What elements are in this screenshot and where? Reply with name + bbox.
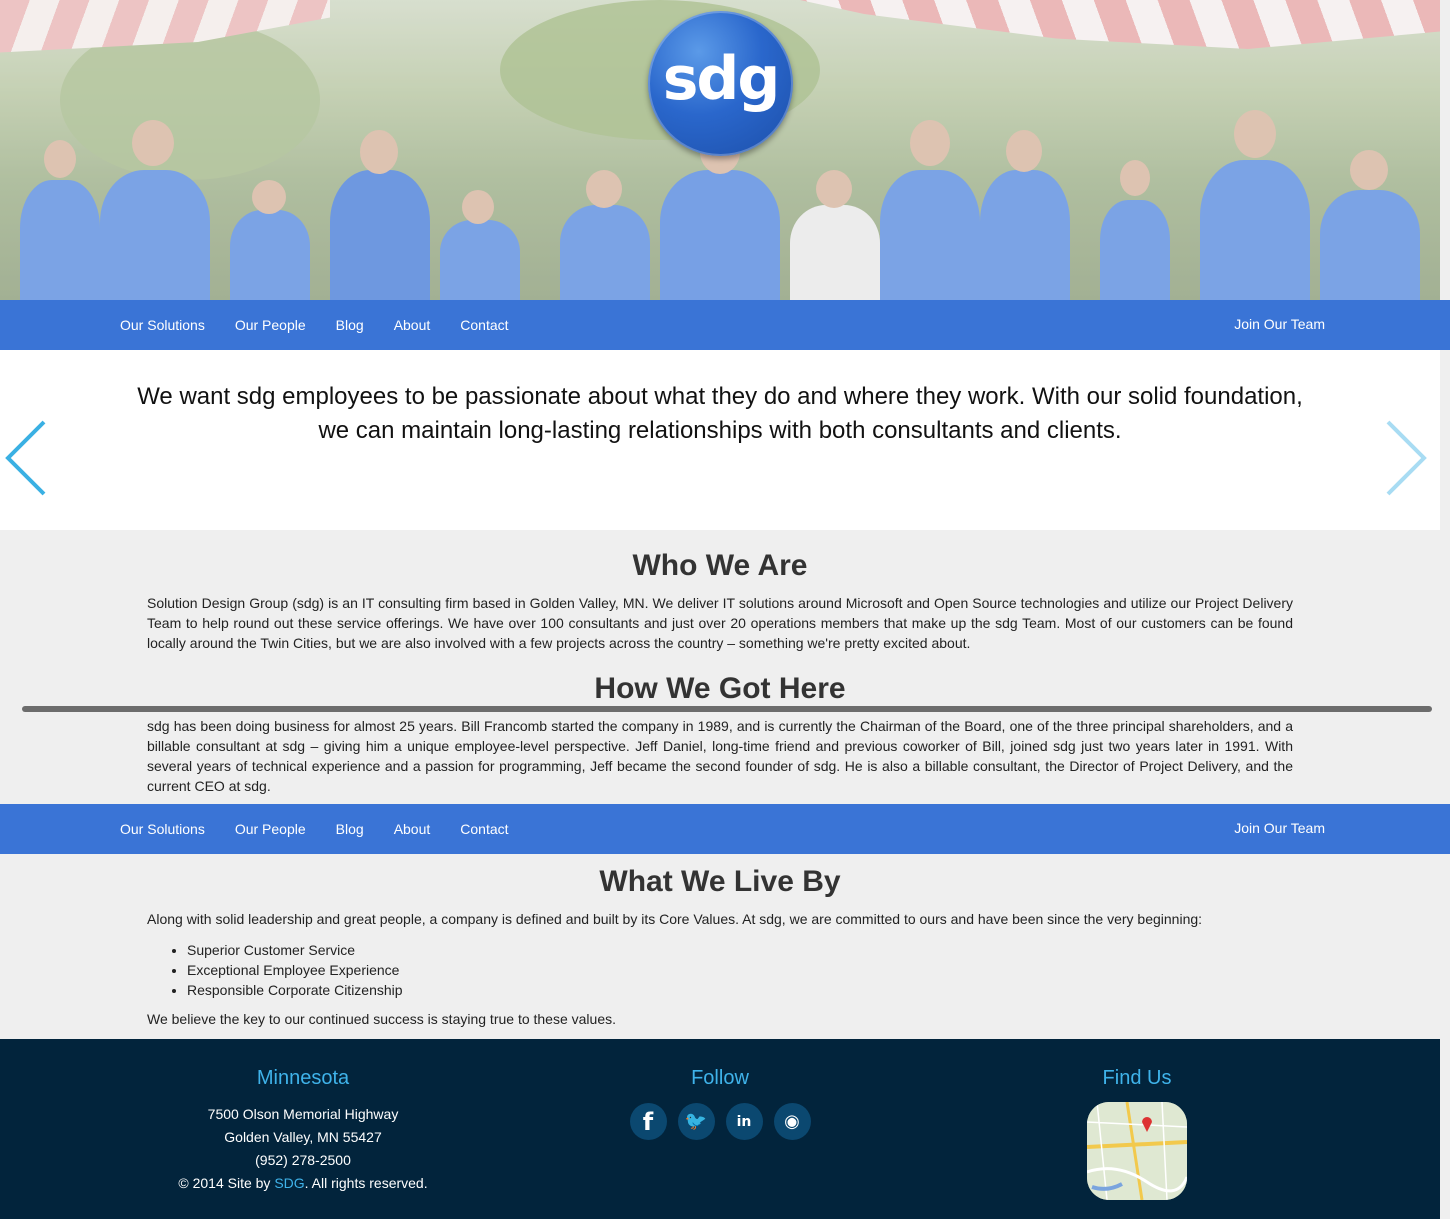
copyright-suffix: . All rights reserved.	[304, 1175, 428, 1191]
nav-contact[interactable]: Contact	[460, 821, 508, 837]
footer-minnesota-heading: Minnesota	[256, 1067, 350, 1089]
nav-our-people[interactable]: Our People	[235, 821, 306, 837]
nav-join-our-team[interactable]: Join Our Team	[1234, 820, 1325, 836]
how-we-got-here-text: sdg has been doing business for almost 2…	[147, 718, 1293, 794]
what-we-live-by-heading: What We Live By	[599, 865, 841, 898]
footer: Minnesota 7500 Olson Memorial Highway Go…	[0, 1039, 1440, 1219]
footer-minnesota: Minnesota 7500 Olson Memorial Highway Go…	[153, 1039, 453, 1195]
nav-our-solutions[interactable]: Our Solutions	[120, 317, 205, 333]
nav-contact[interactable]: Contact	[460, 317, 508, 333]
address-line-2: Golden Valley, MN 55427	[224, 1129, 382, 1145]
how-we-got-here-heading: How We Got Here	[594, 672, 846, 705]
sdg-site-link[interactable]: SDG	[274, 1175, 304, 1191]
nav-about[interactable]: About	[394, 821, 431, 837]
carousel-prev-arrow-icon[interactable]	[2, 420, 52, 496]
phone-number: (952) 278-2500	[255, 1152, 351, 1168]
list-item: Responsible Corporate Citizenship	[187, 980, 403, 1000]
nav-our-solutions[interactable]: Our Solutions	[120, 821, 205, 837]
footer-find-us-heading: Find Us	[1102, 1067, 1172, 1089]
sdg-logo[interactable]: sdg	[648, 11, 793, 156]
social-icons: f 🐦 in ◉	[570, 1103, 870, 1140]
facebook-icon[interactable]: f	[629, 1103, 667, 1140]
list-item: Exceptional Employee Experience	[187, 960, 403, 980]
list-item: Superior Customer Service	[187, 940, 403, 960]
section-divider	[22, 706, 1432, 712]
quote-text: We want sdg employees to be passionate a…	[137, 383, 1303, 444]
main-nav: Our Solutions Our People Blog About Cont…	[0, 300, 1450, 350]
location-map-thumbnail[interactable]	[1087, 1102, 1187, 1200]
nav-blog[interactable]: Blog	[336, 821, 364, 837]
footer-address: 7500 Olson Memorial Highway Golden Valle…	[153, 1103, 453, 1195]
core-values-intro: Along with solid leadership and great pe…	[147, 911, 1203, 927]
who-we-are-text: Solution Design Group (sdg) is an IT con…	[147, 595, 1293, 651]
address-line-1: 7500 Olson Memorial Highway	[207, 1106, 399, 1122]
logo-text: sdg	[662, 43, 781, 114]
nav-join-our-team[interactable]: Join Our Team	[1234, 316, 1325, 332]
who-we-are-heading: Who We Are	[632, 549, 808, 582]
nav-our-people[interactable]: Our People	[235, 317, 306, 333]
copyright-prefix: © 2014 Site by	[178, 1175, 275, 1191]
quote-carousel: We want sdg employees to be passionate a…	[0, 350, 1440, 530]
linkedin-icon[interactable]: in	[725, 1103, 763, 1140]
footer-find-us: Find Us	[987, 1039, 1287, 1200]
nav-about[interactable]: About	[394, 317, 431, 333]
rss-icon[interactable]: ◉	[773, 1103, 811, 1140]
map-graphic	[1087, 1102, 1187, 1200]
footer-follow: Follow f 🐦 in ◉	[570, 1039, 870, 1140]
core-values-outro: We believe the key to our continued succ…	[147, 1011, 616, 1027]
carousel-next-arrow-icon[interactable]	[1382, 420, 1432, 496]
copyright: © 2014 Site by SDG. All rights reserved.	[153, 1172, 453, 1195]
nav-blog[interactable]: Blog	[336, 317, 364, 333]
sticky-nav: Our Solutions Our People Blog About Cont…	[0, 804, 1450, 854]
twitter-icon[interactable]: 🐦	[677, 1103, 715, 1140]
nav-links: Our Solutions Our People Blog About Cont…	[120, 804, 539, 854]
footer-follow-heading: Follow	[691, 1067, 749, 1089]
core-values-list: Superior Customer Service Exceptional Em…	[147, 940, 403, 1000]
nav-links: Our Solutions Our People Blog About Cont…	[120, 300, 539, 350]
